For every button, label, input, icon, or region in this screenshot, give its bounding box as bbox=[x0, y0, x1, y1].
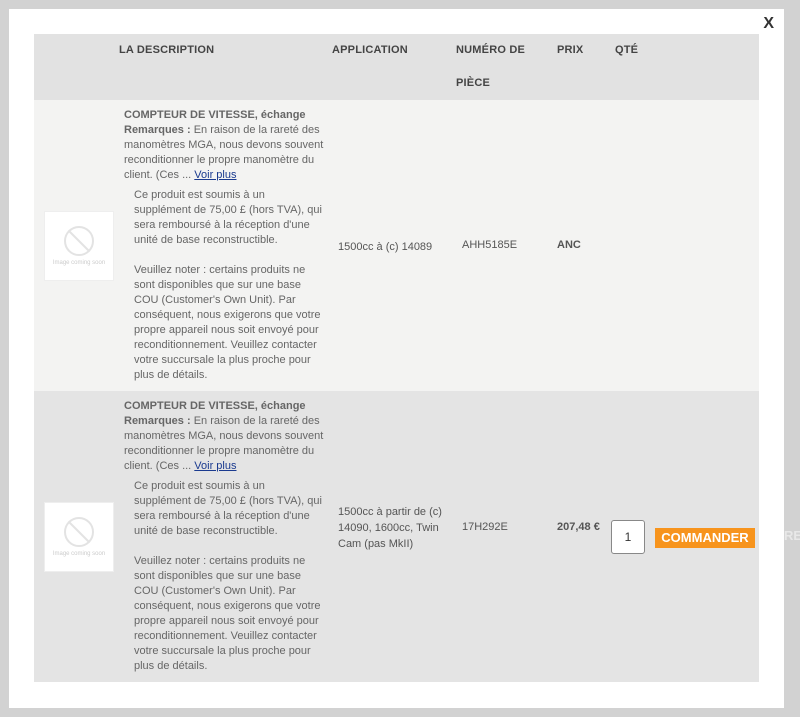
header-price: PRIX bbox=[557, 44, 584, 56]
product-notes: Ce produit est soumis à un supplément de… bbox=[134, 188, 324, 383]
header-qty: QTÉ bbox=[615, 44, 639, 56]
product-title: COMPTEUR DE VITESSE, échange bbox=[124, 400, 306, 412]
order-button[interactable]: COMMANDER bbox=[655, 528, 755, 548]
product-notes: Ce produit est soumis à un supplément de… bbox=[134, 479, 324, 674]
no-image-icon bbox=[64, 225, 94, 256]
remarks: Remarques : En raison de la rareté des m… bbox=[124, 123, 326, 183]
offscreen-button-fragment: RE bbox=[784, 528, 800, 543]
remarks: Remarques : En raison de la rareté des m… bbox=[124, 414, 326, 474]
header-description: LA DESCRIPTION bbox=[119, 44, 215, 56]
image-caption: Image coming soon bbox=[52, 259, 106, 266]
product-image[interactable]: Image coming soon bbox=[44, 502, 114, 572]
table-row: Image coming soon COMPTEUR DE VITESSE, é… bbox=[34, 100, 759, 391]
price-cell: ANC bbox=[557, 239, 581, 251]
product-description: COMPTEUR DE VITESSE, échange Remarques :… bbox=[124, 108, 326, 398]
part-number-cell: AHH5185E bbox=[462, 239, 518, 251]
cou-note: Veuillez noter : certains produits ne so… bbox=[134, 264, 321, 381]
remarks-label: Remarques : bbox=[124, 124, 191, 136]
product-title: COMPTEUR DE VITESSE, échange bbox=[124, 109, 306, 121]
price-cell: 207,48 € bbox=[557, 521, 600, 533]
see-more-link[interactable]: Voir plus bbox=[194, 169, 236, 181]
product-modal: X LA DESCRIPTION APPLICATION NUMÉRO DE P… bbox=[9, 9, 784, 708]
image-caption: Image coming soon bbox=[52, 550, 106, 557]
table-header: LA DESCRIPTION APPLICATION NUMÉRO DE PIÈ… bbox=[34, 34, 759, 100]
product-table: LA DESCRIPTION APPLICATION NUMÉRO DE PIÈ… bbox=[34, 34, 759, 682]
remarks-label: Remarques : bbox=[124, 415, 191, 427]
header-part-number: NUMÉRO DE PIÈCE bbox=[456, 44, 526, 89]
surcharge-note: Ce produit est soumis à un supplément de… bbox=[134, 189, 322, 246]
no-image-icon bbox=[64, 516, 94, 547]
product-description: COMPTEUR DE VITESSE, échange Remarques :… bbox=[124, 399, 326, 682]
header-application: APPLICATION bbox=[332, 44, 408, 56]
table-row: Image coming soon COMPTEUR DE VITESSE, é… bbox=[34, 391, 759, 682]
application-cell: 1500cc à partir de (c) 14090, 1600cc, Tw… bbox=[338, 506, 442, 550]
cou-note: Veuillez noter : certains produits ne so… bbox=[134, 555, 321, 672]
quantity-input[interactable] bbox=[611, 520, 645, 554]
close-icon[interactable]: X bbox=[763, 15, 774, 33]
surcharge-note: Ce produit est soumis à un supplément de… bbox=[134, 480, 322, 537]
application-cell: 1500cc à (c) 14089 bbox=[338, 241, 433, 253]
see-more-link[interactable]: Voir plus bbox=[194, 460, 236, 472]
product-image[interactable]: Image coming soon bbox=[44, 211, 114, 281]
part-number-cell: 17H292E bbox=[462, 521, 508, 533]
